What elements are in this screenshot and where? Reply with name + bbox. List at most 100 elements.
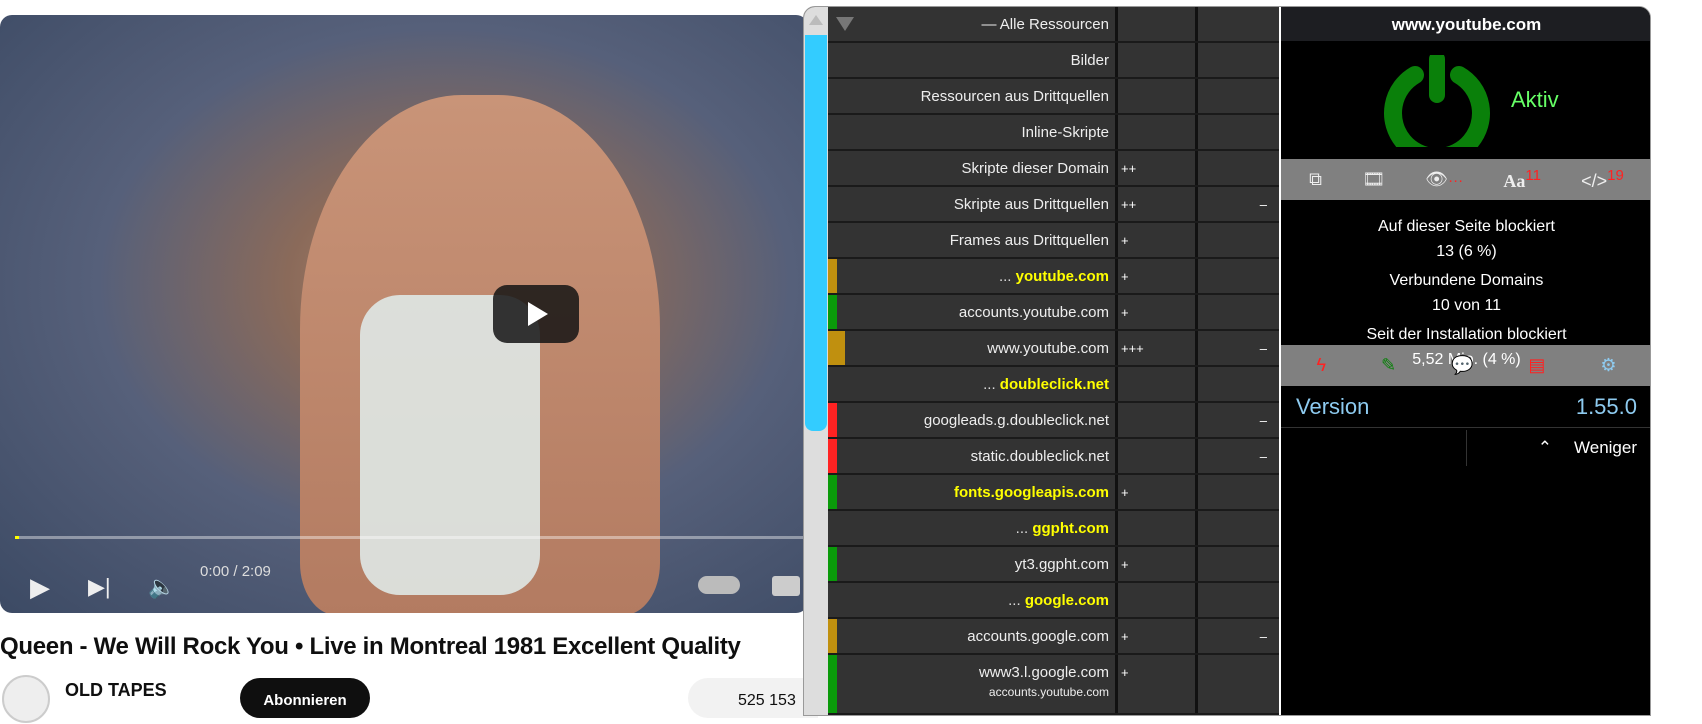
rule-cell[interactable] (1118, 79, 1198, 113)
cosmetic-filter-icon[interactable]: 👁··· (1425, 169, 1463, 190)
row-label-cell: Inline-Skripte (828, 115, 1118, 149)
domain-prefix: ... (1008, 592, 1021, 609)
rule-cell[interactable] (1118, 583, 1198, 617)
local-rule-cell[interactable] (1198, 511, 1276, 545)
rule-cell[interactable]: + (1118, 295, 1198, 329)
rule-cell[interactable]: + (1118, 259, 1198, 293)
rule-cell[interactable]: + – (1118, 619, 1267, 653)
local-rule-cell[interactable] (1198, 79, 1276, 113)
local-rule-cell[interactable] (1198, 547, 1276, 581)
domain-row[interactable]: ... youtube.com + (828, 259, 1279, 295)
settings-gear-icon[interactable]: ⚙ (1600, 355, 1616, 376)
subscribe-button[interactable]: Abonnieren (240, 678, 370, 718)
rule-cell[interactable] (1118, 367, 1198, 401)
domain-row[interactable]: ... doubleclick.net (828, 367, 1279, 403)
filter-row[interactable]: Skripte aus Drittquellen ++ – (828, 187, 1279, 223)
play-icon[interactable]: ▶ (30, 572, 50, 603)
popup-block-icon[interactable]: ⧉ (1309, 169, 1322, 190)
rule-cell[interactable]: – (1118, 439, 1267, 473)
blocked-page-label: Auf dieser Seite blockiert (1378, 218, 1555, 235)
fonts-icon[interactable]: Aa11 (1503, 167, 1541, 192)
filter-row[interactable]: Inline-Skripte (828, 115, 1279, 151)
blocked-count: – (1259, 341, 1267, 356)
play-button-large[interactable] (493, 285, 579, 343)
domain-row[interactable]: static.doubleclick.net – (828, 439, 1279, 475)
rule-cell[interactable]: + (1118, 475, 1198, 509)
domain-row[interactable]: accounts.google.com + – (828, 619, 1279, 655)
channel-avatar[interactable] (2, 675, 50, 723)
filter-row[interactable]: — Alle Ressourcen (828, 7, 1279, 43)
row-label-cell: Frames aus Drittquellen (828, 223, 1118, 257)
domain-row[interactable]: www3.l.google.com accounts.youtube.com + (828, 655, 1279, 715)
power-button-icon[interactable] (1381, 55, 1493, 147)
domain-row[interactable]: ... google.com (828, 583, 1279, 619)
domain-name: www.youtube.com (987, 340, 1109, 357)
local-rule-cell[interactable] (1198, 7, 1276, 41)
blocked-count: – (1259, 449, 1267, 464)
local-rule-cell[interactable] (1198, 43, 1276, 77)
local-rule-cell[interactable] (1198, 295, 1276, 329)
request-bar (828, 619, 837, 653)
rule-cell[interactable]: ++ – (1118, 187, 1267, 221)
rule-cell[interactable] (1118, 511, 1198, 545)
rule-cell[interactable]: + (1118, 655, 1198, 713)
less-button[interactable]: ⌃ Weniger (1281, 428, 1650, 468)
media-block-icon[interactable]: 🎞 (1362, 169, 1385, 190)
chevron-up-icon: ⌃ (1537, 438, 1552, 457)
local-rule-cell[interactable] (1198, 151, 1276, 185)
allowed-count: + (1121, 233, 1129, 248)
progress-indicator (15, 536, 19, 539)
rule-cell[interactable]: +++ – (1118, 331, 1267, 365)
domain-row[interactable]: googleads.g.doubleclick.net – (828, 403, 1279, 439)
blocked-page-value: 13 (6 %) (1436, 243, 1497, 260)
rule-cell[interactable]: – (1118, 403, 1267, 437)
domain-row[interactable]: yt3.ggpht.com + (828, 547, 1279, 583)
subtitles-icon[interactable] (772, 576, 800, 596)
local-rule-cell[interactable] (1198, 115, 1276, 149)
request-bar (828, 475, 837, 509)
local-rule-cell[interactable] (1198, 259, 1276, 293)
local-rule-cell[interactable] (1198, 475, 1276, 509)
scrollbar-thumb[interactable] (805, 35, 827, 431)
row-label-cell: — Alle Ressourcen (828, 7, 1118, 41)
domain-cell: static.doubleclick.net (828, 439, 1118, 473)
domain-cell: www.youtube.com (828, 331, 1118, 365)
eyedropper-icon[interactable]: ✎ (1381, 355, 1396, 376)
volume-icon[interactable]: 🔈 (148, 574, 175, 600)
javascript-icon[interactable]: </>19 (1581, 167, 1624, 192)
request-bar (828, 655, 837, 713)
rule-cell[interactable] (1118, 43, 1198, 77)
zap-icon[interactable]: ϟ (1316, 355, 1326, 376)
local-rule-cell[interactable] (1198, 583, 1276, 617)
domain-row[interactable]: fonts.googleapis.com + (828, 475, 1279, 511)
autoplay-toggle[interactable] (698, 576, 740, 594)
scroll-up-icon[interactable] (809, 15, 823, 25)
rule-cell[interactable]: + (1118, 223, 1198, 257)
filter-row[interactable]: Ressourcen aus Drittquellen (828, 79, 1279, 115)
version-value: 1.55.0 (1575, 394, 1637, 419)
logger-icon[interactable]: ▤ (1528, 355, 1545, 376)
domain-row[interactable]: ... ggpht.com (828, 511, 1279, 547)
rule-cell[interactable]: ++ (1118, 151, 1198, 185)
scrollbar[interactable] (804, 7, 828, 715)
rule-cell[interactable] (1118, 7, 1198, 41)
like-button[interactable]: 525 153 (688, 678, 818, 718)
row-label: Ressourcen aus Drittquellen (920, 88, 1109, 105)
channel-name[interactable]: OLD TAPES (65, 680, 167, 701)
local-rule-cell[interactable] (1198, 367, 1276, 401)
filter-row[interactable]: Frames aus Drittquellen + (828, 223, 1279, 259)
local-rule-cell[interactable] (1198, 223, 1276, 257)
domain-row[interactable]: www.youtube.com +++ – (828, 331, 1279, 367)
filter-row[interactable]: Bilder (828, 43, 1279, 79)
domain-row[interactable]: accounts.youtube.com + (828, 295, 1279, 331)
filter-row[interactable]: Skripte dieser Domain ++ (828, 151, 1279, 187)
speech-bubble-icon[interactable]: 💬 (1451, 355, 1473, 376)
rule-cell[interactable]: + (1118, 547, 1198, 581)
rule-cell[interactable] (1118, 115, 1198, 149)
video-player[interactable] (0, 15, 808, 613)
next-icon[interactable]: ▶| (88, 574, 111, 600)
local-rule-cell[interactable] (1198, 655, 1276, 713)
row-label-cell: Skripte dieser Domain (828, 151, 1118, 185)
filter-icon[interactable] (836, 17, 854, 31)
hostname: www.youtube.com (1281, 7, 1650, 41)
